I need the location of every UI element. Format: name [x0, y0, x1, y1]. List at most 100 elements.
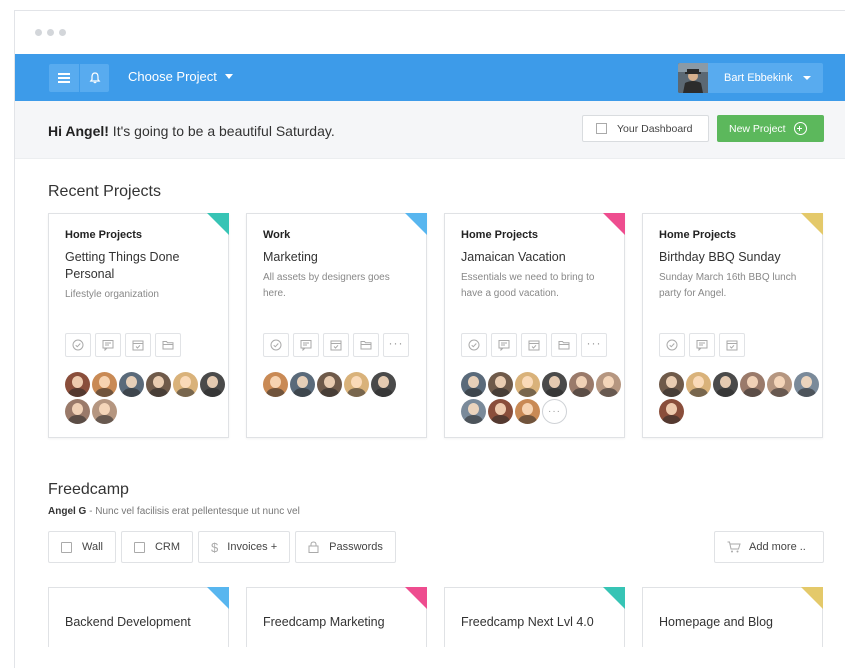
- member-avatar[interactable]: [569, 372, 594, 397]
- freedcamp-project-card[interactable]: Freedcamp Marketing: [246, 587, 427, 647]
- tool-passwords-button[interactable]: Passwords: [295, 531, 396, 563]
- notifications-button[interactable]: [79, 64, 109, 92]
- hamburger-icon: [58, 73, 70, 83]
- project-calendar-button[interactable]: [323, 333, 349, 357]
- member-avatar[interactable]: [290, 372, 315, 397]
- member-avatar[interactable]: [461, 399, 486, 424]
- project-discussions-button[interactable]: [95, 333, 121, 357]
- calendar-icon: [726, 340, 738, 351]
- project-card[interactable]: Home Projects Jamaican Vacation Essentials…: [444, 213, 625, 438]
- member-avatar[interactable]: [65, 372, 90, 397]
- project-title[interactable]: Getting Things Done Personal: [65, 249, 212, 283]
- tool-wall-button[interactable]: Wall: [48, 531, 116, 563]
- project-tasks-button[interactable]: [65, 333, 91, 357]
- member-avatar[interactable]: [740, 372, 765, 397]
- member-avatar[interactable]: [461, 372, 486, 397]
- member-avatar[interactable]: [200, 372, 225, 397]
- dollar-icon: $: [211, 539, 219, 555]
- member-avatar[interactable]: [317, 372, 342, 397]
- project-tasks-button[interactable]: [461, 333, 487, 357]
- member-avatar[interactable]: [767, 372, 792, 397]
- project-calendar-button[interactable]: [719, 333, 745, 357]
- freedcamp-project-card[interactable]: Backend Development: [48, 587, 229, 647]
- freedcamp-owner: Angel G: [48, 506, 87, 517]
- window-dot[interactable]: [35, 29, 42, 36]
- project-more-apps-button[interactable]: ···: [383, 333, 409, 357]
- member-avatar[interactable]: [119, 372, 144, 397]
- check-circle-icon: [270, 339, 282, 351]
- project-members: [263, 372, 423, 397]
- project-members: [659, 372, 819, 424]
- menu-button[interactable]: [49, 64, 79, 92]
- member-avatar[interactable]: [515, 399, 540, 424]
- project-card[interactable]: Home Projects Birthday BBQ Sunday Sunday M…: [642, 213, 823, 438]
- project-card[interactable]: Home Projects Getting Things Done Persona…: [48, 213, 229, 438]
- member-avatar[interactable]: [263, 372, 288, 397]
- new-project-button[interactable]: New Project: [717, 115, 824, 142]
- member-avatar[interactable]: [488, 372, 513, 397]
- add-more-button[interactable]: Add more ..: [714, 531, 824, 563]
- member-avatar[interactable]: [686, 372, 711, 397]
- project-card[interactable]: Work Marketing All assets by designers goe…: [246, 213, 427, 438]
- more-members-button[interactable]: ···: [542, 399, 567, 424]
- member-avatar[interactable]: [542, 372, 567, 397]
- project-title: Backend Development: [65, 615, 191, 629]
- discussion-icon: [300, 340, 312, 351]
- project-discussions-button[interactable]: [689, 333, 715, 357]
- project-calendar-button[interactable]: [125, 333, 151, 357]
- freedcamp-project-card[interactable]: Homepage and Blog: [642, 587, 823, 647]
- member-avatar[interactable]: [65, 399, 90, 424]
- recent-projects-title: Recent Projects: [48, 183, 161, 200]
- member-avatar[interactable]: [659, 399, 684, 424]
- member-avatar[interactable]: [659, 372, 684, 397]
- project-title[interactable]: Marketing: [263, 249, 410, 266]
- project-files-button[interactable]: [353, 333, 379, 357]
- project-files-button[interactable]: [551, 333, 577, 357]
- member-avatar[interactable]: [371, 372, 396, 397]
- project-color-tag: [801, 587, 823, 609]
- project-tasks-button[interactable]: [659, 333, 685, 357]
- project-files-button[interactable]: [155, 333, 181, 357]
- member-avatar[interactable]: [92, 372, 117, 397]
- member-avatar[interactable]: [794, 372, 819, 397]
- window-dot[interactable]: [47, 29, 54, 36]
- member-avatar[interactable]: [146, 372, 171, 397]
- member-avatar[interactable]: [515, 372, 540, 397]
- member-avatar[interactable]: [344, 372, 369, 397]
- lock-icon: [308, 541, 319, 553]
- tool-label: Wall: [82, 541, 103, 553]
- member-avatar[interactable]: [596, 372, 621, 397]
- project-discussions-button[interactable]: [293, 333, 319, 357]
- greeting-name: Hi Angel!: [48, 123, 109, 139]
- project-title: Freedcamp Marketing: [263, 615, 385, 629]
- folder-icon: [162, 341, 174, 350]
- window-controls: [35, 29, 66, 36]
- project-calendar-button[interactable]: [521, 333, 547, 357]
- project-title[interactable]: Jamaican Vacation: [461, 249, 608, 266]
- project-selector[interactable]: Choose Project: [128, 69, 233, 84]
- project-category: Home Projects: [659, 229, 737, 241]
- user-menu-button[interactable]: Bart Ebbekink: [678, 63, 823, 93]
- member-avatar[interactable]: [173, 372, 198, 397]
- project-tasks-button[interactable]: [263, 333, 289, 357]
- discussion-icon: [102, 340, 114, 351]
- project-color-tag: [207, 213, 229, 235]
- window-chrome: [15, 11, 845, 54]
- project-more-apps-button[interactable]: ···: [581, 333, 607, 357]
- tool-crm-button[interactable]: CRM: [120, 531, 194, 563]
- window-dot[interactable]: [59, 29, 66, 36]
- project-apps: ···: [461, 333, 607, 357]
- calendar-icon: [528, 340, 540, 351]
- freedcamp-subtitle: Angel G - Nunc vel facilisis erat pellen…: [48, 506, 300, 517]
- member-avatar[interactable]: [713, 372, 738, 397]
- freedcamp-project-card[interactable]: Freedcamp Next Lvl 4.0: [444, 587, 625, 647]
- member-avatar[interactable]: [92, 399, 117, 424]
- project-title[interactable]: Birthday BBQ Sunday: [659, 249, 806, 266]
- project-color-tag: [603, 587, 625, 609]
- member-avatar[interactable]: [488, 399, 513, 424]
- your-dashboard-button[interactable]: Your Dashboard: [582, 115, 709, 142]
- recent-projects-list: Home Projects Getting Things Done Persona…: [48, 213, 823, 438]
- project-discussions-button[interactable]: [491, 333, 517, 357]
- project-title: Homepage and Blog: [659, 615, 773, 629]
- tool-invoices-button[interactable]: $ Invoices +: [198, 531, 291, 563]
